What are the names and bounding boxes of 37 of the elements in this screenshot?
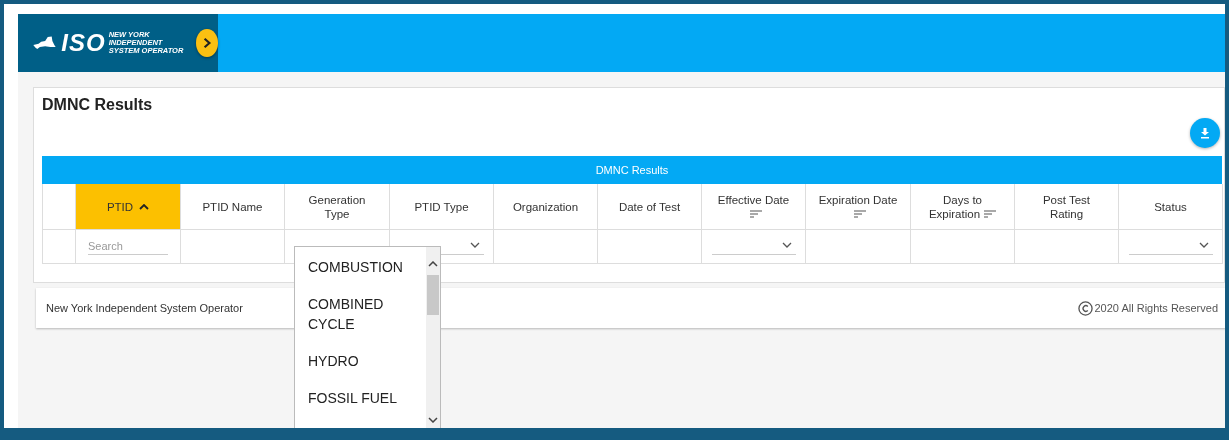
chevron-down-icon[interactable] (469, 242, 480, 248)
column-header[interactable]: Days to Expiration (911, 184, 1015, 230)
sort-icon[interactable] (749, 209, 762, 218)
chevron-down-icon[interactable] (781, 242, 792, 248)
column-header[interactable]: PTID (76, 184, 181, 230)
sort-ascending-icon[interactable] (139, 203, 150, 210)
column-header[interactable]: Generation Type (285, 184, 390, 230)
page-title: DMNC Results (42, 96, 154, 114)
logo-mark: ISO (61, 29, 106, 57)
sort-icon[interactable] (854, 209, 866, 218)
download-button[interactable] (1190, 118, 1220, 148)
scrollbar[interactable] (426, 247, 440, 428)
column-header[interactable]: PTID Name (181, 184, 285, 230)
column-header[interactable]: Organization (494, 184, 598, 230)
copyright-icon (1078, 300, 1094, 316)
footer-organization: New York Independent System Operator (46, 302, 243, 314)
scroll-up-icon[interactable] (428, 261, 438, 267)
column-header[interactable]: Expiration Date (806, 184, 911, 230)
dropdown-option[interactable]: FOSSIL FUEL (308, 388, 418, 408)
copyright-text: 2020 All Rights Reserved (1094, 302, 1218, 314)
expand-button[interactable] (196, 29, 218, 57)
scroll-down-icon[interactable] (428, 417, 438, 423)
sort-icon[interactable] (984, 209, 997, 218)
search-field[interactable]: Search (88, 238, 168, 255)
column-header[interactable]: Effective Date (702, 184, 806, 230)
dropdown-option[interactable]: COMBUSTION (308, 257, 418, 277)
dropdown-option[interactable]: HYDRO (308, 351, 418, 371)
column-header[interactable]: Status (1119, 184, 1223, 230)
dropdown-option[interactable]: COMBINED CYCLE (308, 294, 418, 334)
scrollbar-thumb[interactable] (427, 275, 439, 315)
column-header[interactable]: PTID Type (390, 184, 494, 230)
column-header[interactable] (43, 184, 76, 230)
chevron-down-icon[interactable] (1198, 242, 1209, 248)
column-header[interactable]: Post Test Rating (1015, 184, 1119, 230)
download-icon[interactable] (1199, 127, 1211, 139)
column-header[interactable]: Date of Test (598, 184, 702, 230)
table-caption: DMNC Results (595, 164, 669, 176)
